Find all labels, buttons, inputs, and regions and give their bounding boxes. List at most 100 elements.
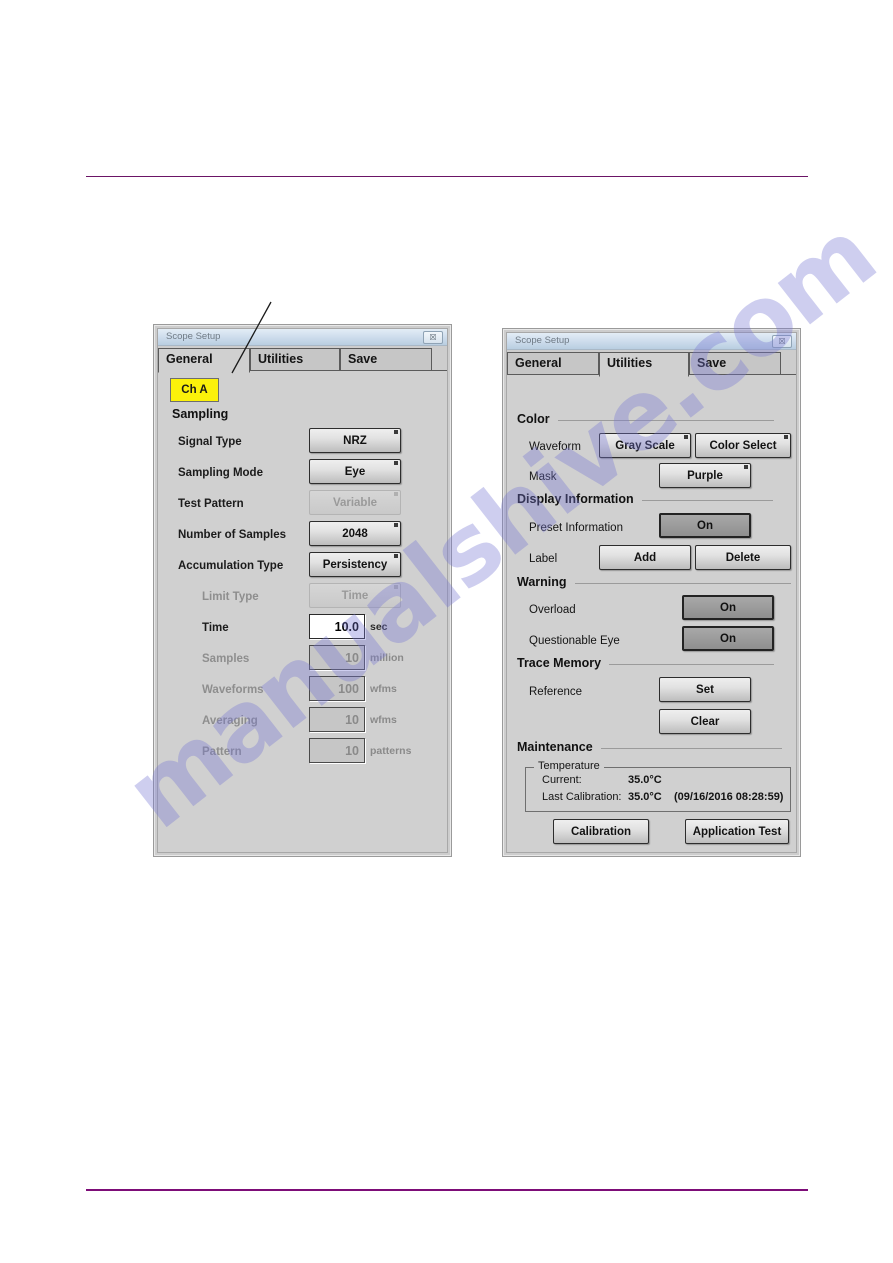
label-accumulation-type: Accumulation Type [178, 560, 284, 572]
button-signal-type[interactable]: NRZ [309, 428, 401, 453]
button-number-of-samples[interactable]: 2048 [309, 521, 401, 546]
input-pattern: 10 [309, 738, 365, 763]
tab-general[interactable]: General [507, 352, 599, 375]
groupbox-temperature-title: Temperature [534, 760, 604, 772]
input-averaging: 10 [309, 707, 365, 732]
button-number-of-samples-value: 2048 [342, 527, 368, 540]
utilities-tab-panel: Color Waveform Gray Scale Color Select M… [507, 375, 796, 852]
section-heading-display-information: Display Information [517, 492, 773, 506]
section-divider [609, 664, 775, 665]
button-label: Color Select [709, 439, 777, 452]
label-limit-type: Limit Type [202, 591, 259, 603]
button-waveform-color-select[interactable]: Color Select [695, 433, 791, 458]
titlebar[interactable]: Scope Setup ☒ [158, 329, 447, 346]
button-label: Gray Scale [615, 439, 675, 452]
label-reference: Reference [529, 686, 583, 698]
button-waveform-gray-scale[interactable]: Gray Scale [599, 433, 691, 458]
button-label: Set [696, 683, 714, 696]
button-mask-color[interactable]: Purple [659, 463, 751, 488]
section-label: Display Information [517, 492, 634, 506]
button-label: Application Test [692, 825, 782, 838]
scope-setup-dialog-utilities[interactable]: Scope Setup ☒ General Utilities Save Col… [502, 328, 801, 857]
value-last-calibration-time: (09/16/2016 08:28:59) [674, 791, 784, 803]
button-reference-clear[interactable]: Clear [659, 709, 751, 734]
dialog-inner-frame: Scope Setup ☒ General Utilities Save Ch … [157, 328, 448, 853]
tab-utilities[interactable]: Utilities [250, 348, 340, 371]
channel-chip-ch-a[interactable]: Ch A [170, 378, 219, 402]
label-number-of-samples: Number of Samples [178, 529, 286, 541]
section-label: Warning [517, 575, 567, 589]
close-icon[interactable]: ☒ [423, 331, 443, 344]
section-label: Color [517, 412, 550, 426]
unit-pattern: patterns [370, 745, 412, 757]
button-label: Purple [687, 469, 723, 482]
button-sampling-mode[interactable]: Eye [309, 459, 401, 484]
unit-samples: million [370, 652, 404, 664]
label-waveforms: Waveforms [202, 684, 264, 696]
dropdown-marker-icon [394, 585, 398, 589]
label-samples: Samples [202, 653, 250, 665]
button-label: Delete [725, 551, 761, 564]
scope-setup-dialog-general[interactable]: Scope Setup ☒ General Utilities Save Ch … [153, 324, 452, 857]
close-icon[interactable]: ☒ [772, 335, 792, 348]
dropdown-marker-icon [394, 554, 398, 558]
titlebar[interactable]: Scope Setup ☒ [507, 333, 796, 350]
value-current-temperature: 35.0°C [628, 774, 662, 786]
general-tab-panel: Ch A Sampling Signal Type NRZ Sampling M… [158, 371, 447, 852]
window-title: Scope Setup [515, 335, 570, 346]
dropdown-marker-icon [744, 465, 748, 469]
section-heading-warning: Warning [517, 575, 791, 589]
button-reference-set[interactable]: Set [659, 677, 751, 702]
toggle-value: On [720, 601, 736, 614]
label-questionable-eye: Questionable Eye [529, 635, 620, 647]
page-header-rule [86, 176, 808, 177]
section-heading-maintenance: Maintenance [517, 740, 782, 754]
unit-time: sec [370, 621, 388, 633]
section-label: Trace Memory [517, 656, 602, 670]
label-waveform: Waveform [529, 441, 581, 453]
dropdown-marker-icon [394, 461, 398, 465]
tab-save[interactable]: Save [340, 348, 432, 371]
button-test-pattern: Variable [309, 490, 401, 515]
tab-bar: General Utilities Save [158, 346, 447, 373]
label-label: Label [529, 553, 558, 565]
button-accumulation-type[interactable]: Persistency [309, 552, 401, 577]
label-preset-information: Preset Information [529, 522, 623, 534]
section-heading-trace-memory: Trace Memory [517, 656, 775, 670]
button-label: Clear [690, 715, 720, 728]
section-label: Maintenance [517, 740, 593, 754]
button-calibration[interactable]: Calibration [553, 819, 649, 844]
label-sampling-mode: Sampling Mode [178, 467, 263, 479]
section-divider [557, 420, 774, 421]
button-application-test[interactable]: Application Test [685, 819, 789, 844]
section-divider [574, 583, 791, 584]
section-heading-sampling: Sampling [172, 407, 229, 421]
value-last-calibration: 35.0°C [628, 791, 662, 803]
input-time[interactable]: 10.0 [309, 614, 365, 639]
label-pattern: Pattern [202, 746, 242, 758]
label-mask: Mask [529, 471, 557, 483]
button-sampling-mode-value: Eye [344, 465, 366, 478]
label-time: Time [202, 622, 229, 634]
toggle-preset-information[interactable]: On [659, 513, 751, 538]
button-label-add[interactable]: Add [599, 545, 691, 570]
button-limit-type: Time [309, 583, 401, 608]
groupbox-temperature: Temperature Current: 35.0°C Last Calibra… [525, 760, 791, 812]
tab-utilities[interactable]: Utilities [599, 352, 689, 377]
button-test-pattern-value: Variable [332, 496, 378, 509]
section-divider [600, 748, 782, 749]
input-waveforms: 100 [309, 676, 365, 701]
tab-save[interactable]: Save [689, 352, 781, 375]
label-averaging: Averaging [202, 715, 258, 727]
section-heading-color: Color [517, 412, 774, 426]
toggle-overload-warning[interactable]: On [682, 595, 774, 620]
dropdown-marker-icon [394, 492, 398, 496]
dropdown-marker-icon [394, 523, 398, 527]
input-samples: 10 [309, 645, 365, 670]
button-label: Calibration [570, 825, 632, 838]
toggle-questionable-eye-warning[interactable]: On [682, 626, 774, 651]
label-current-temperature: Current: [542, 774, 582, 786]
window-title: Scope Setup [166, 331, 221, 342]
tab-general[interactable]: General [158, 348, 250, 373]
button-label-delete[interactable]: Delete [695, 545, 791, 570]
